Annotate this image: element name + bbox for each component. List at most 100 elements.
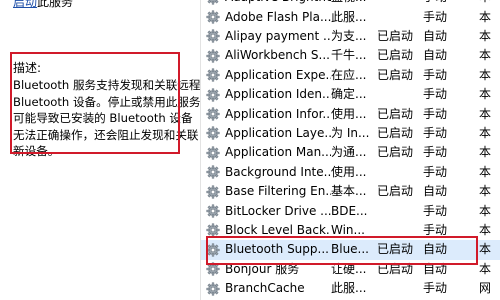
service-name: Adaptive Brightness — [225, 0, 331, 7]
service-logon-as: 本 — [479, 222, 492, 237]
service-status: 已启动 — [377, 145, 414, 160]
service-status: 已启动 — [377, 48, 414, 63]
service-startup-type: 自动 — [423, 261, 448, 276]
service-gear-icon — [201, 49, 225, 63]
service-row[interactable]: Alipay payment ... 为支... 已启动 自动 本 — [201, 27, 500, 46]
service-row[interactable]: Adobe Flash Pla... 此服... 手动 本 — [201, 7, 500, 26]
service-status: 已启动 — [377, 67, 414, 82]
service-row[interactable]: Application Man... 为通... 已启动 手动 本 — [201, 143, 500, 162]
service-row[interactable]: Adaptive Brightness监视... 手动本 — [201, 0, 500, 7]
service-startup-type: 手动 — [423, 145, 448, 160]
service-row[interactable]: Bonjour 服务 让硬... 已启动 自动 本 — [201, 260, 500, 279]
service-description-cell: Win... — [331, 222, 365, 237]
start-service-suffix: 此服务 — [37, 0, 74, 9]
service-description-cell: Blue... — [331, 242, 369, 257]
service-logon-as: 本 — [479, 0, 500, 7]
service-details-pane: 启动此服务 描述: Bluetooth 服务支持发现和关联远程 Bluetoot… — [0, 0, 201, 300]
service-logon-as: 本 — [479, 28, 492, 43]
service-name: Alipay payment ... — [225, 28, 331, 43]
service-row[interactable]: BitLocker Drive ... BDE... 手动 本 — [201, 201, 500, 220]
service-startup-type: 手动 — [423, 125, 448, 140]
service-gear-icon — [201, 146, 225, 160]
service-logon-as: 网 — [479, 281, 492, 296]
service-logon-as: 本 — [479, 87, 492, 102]
services-list: Adaptive Brightness监视...手动本Adobe Flash P… — [201, 0, 500, 300]
service-startup-type: 手动 — [423, 9, 448, 24]
service-logon-as: 本 — [479, 106, 492, 121]
service-gear-icon — [201, 262, 225, 276]
service-startup-type: 手动 — [423, 164, 448, 179]
service-gear-icon — [201, 282, 225, 296]
service-row[interactable]: Application Infor... 使用... 已启动 手动 本 — [201, 104, 500, 123]
service-name: Application Infor... — [225, 106, 331, 121]
service-startup-type: 自动 — [423, 184, 448, 199]
start-service-link[interactable]: 启动 — [13, 0, 37, 9]
service-description-cell: 为通... — [331, 145, 367, 160]
service-gear-icon — [201, 29, 225, 44]
service-gear-icon — [201, 107, 225, 121]
service-logon-as: 本 — [479, 125, 492, 140]
service-row[interactable]: Application Expe... 在应... 已启动 手动 本 — [201, 66, 500, 85]
service-gear-icon — [201, 10, 225, 24]
service-status: 已启动 — [377, 106, 414, 121]
service-logon-as: 本 — [479, 48, 492, 63]
service-logon-as: 本 — [479, 261, 492, 276]
service-logon-as: 本 — [479, 184, 492, 199]
service-description-cell: BDE... — [331, 203, 368, 218]
service-startup-type: 手动 — [423, 0, 479, 7]
service-logon-as: 本 — [479, 9, 492, 24]
service-gear-icon — [201, 88, 225, 102]
service-status: 已启动 — [377, 242, 414, 257]
service-row[interactable]: AliWorkbench S... 千牛... 已启动 自动 本 — [201, 46, 500, 65]
service-description-cell: 使用... — [331, 106, 367, 121]
service-row[interactable]: Application Iden... 确定... 手动 本 — [201, 85, 500, 104]
service-startup-type: 手动 — [423, 222, 448, 237]
service-startup-type: 手动 — [423, 203, 448, 218]
service-description-cell: 使用... — [331, 164, 367, 179]
service-description-cell: 让硬... — [331, 261, 367, 276]
description-heading: 描述: — [13, 61, 42, 75]
service-gear-icon — [201, 185, 225, 199]
service-row[interactable]: Block Level Back... Win... 手动 本 — [201, 221, 500, 240]
service-name: BranchCache — [225, 281, 305, 296]
service-startup-type: 自动 — [423, 28, 448, 43]
service-description-cell: 此服... — [331, 9, 367, 24]
service-row[interactable]: Bluetooth Supp... Blue... 已启动 自动 本 — [201, 240, 500, 260]
service-name: Background Inte... — [225, 164, 331, 179]
service-startup-type: 手动 — [423, 106, 448, 121]
service-description-cell: 此服... — [331, 281, 367, 296]
service-logon-as: 本 — [479, 242, 492, 257]
service-name: Application Man... — [225, 145, 331, 160]
service-description-cell: 在应... — [331, 67, 367, 82]
service-status: 已启动 — [377, 184, 414, 199]
service-gear-icon — [201, 126, 225, 141]
service-startup-type: 自动 — [423, 48, 448, 63]
service-gear-icon — [201, 243, 225, 257]
service-logon-as: 本 — [479, 203, 492, 218]
service-name: Application Iden... — [225, 87, 331, 102]
service-action-links: 启动此服务 — [13, 0, 73, 10]
service-row[interactable]: BranchCache 此服... 手动 网 — [201, 279, 500, 298]
service-logon-as: 本 — [479, 145, 492, 160]
service-gear-icon — [201, 204, 225, 218]
service-startup-type: 手动 — [423, 87, 448, 102]
service-description-cell: 确定... — [331, 87, 367, 102]
service-name: Base Filtering En... — [225, 184, 331, 199]
service-logon-as: 本 — [479, 67, 492, 82]
service-row[interactable]: Application Laye... 为 In... 已启动 手动 本 — [201, 124, 500, 143]
service-description-cell: 为 In... — [331, 125, 370, 140]
service-gear-icon — [201, 223, 225, 238]
service-gear-icon — [201, 68, 225, 82]
service-name: Application Expe... — [225, 67, 331, 82]
service-name: Application Laye... — [225, 125, 331, 140]
service-name: Bluetooth Supp... — [225, 242, 329, 257]
service-description: Bluetooth 服务支持发现和关联远程 Bluetooth 设备。停止或禁用… — [13, 78, 201, 158]
service-startup-type: 手动 — [423, 281, 448, 296]
service-name: Bonjour 服务 — [225, 261, 300, 276]
service-name: BitLocker Drive ... — [225, 203, 331, 218]
service-gear-icon — [201, 165, 225, 179]
service-row[interactable]: Base Filtering En... 基本... 已启动 自动 本 — [201, 182, 500, 201]
service-logon-as: 本 — [479, 164, 492, 179]
service-row[interactable]: Background Inte... 使用... 手动 本 — [201, 163, 500, 182]
service-name: AliWorkbench S... — [225, 48, 330, 63]
